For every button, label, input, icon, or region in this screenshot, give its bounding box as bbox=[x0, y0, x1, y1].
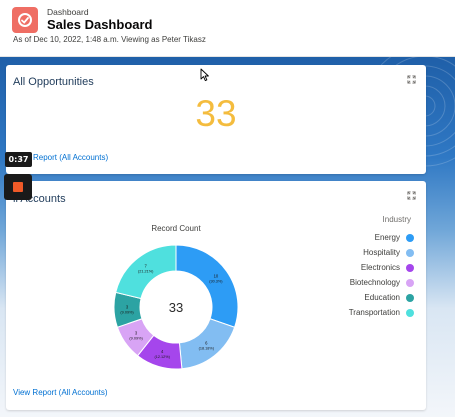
all-accounts-card: ll Accounts Record Count 10 (30.3%) 6 (18.1… bbox=[6, 181, 426, 410]
stop-icon bbox=[13, 182, 23, 192]
slice-percent-label: (30.3%) bbox=[209, 280, 223, 284]
legend-label: Energy bbox=[374, 233, 400, 242]
legend-swatch bbox=[406, 278, 414, 287]
stop-recording-button[interactable] bbox=[4, 174, 32, 200]
legend-swatch bbox=[406, 248, 414, 257]
legend-item-electronics[interactable]: Electronics bbox=[361, 262, 414, 273]
header-eyebrow: Dashboard bbox=[47, 7, 89, 17]
all-opportunities-card: All Opportunities 33 Report (All Account… bbox=[6, 65, 426, 174]
expand-icon[interactable] bbox=[407, 191, 416, 200]
legend-swatch bbox=[406, 233, 414, 242]
slice-percent-label: (18.18%) bbox=[199, 347, 215, 351]
slice-value-label: 10 bbox=[214, 274, 219, 279]
legend-label: Biotechnology bbox=[349, 278, 400, 287]
legend-swatch bbox=[406, 308, 414, 317]
legend-label: Education bbox=[364, 293, 400, 302]
slice-percent-label: (21.21%) bbox=[138, 269, 154, 273]
view-report-link[interactable]: View Report (All Accounts) bbox=[13, 388, 108, 397]
chart-title: Record Count bbox=[151, 224, 201, 233]
legend-swatch bbox=[406, 263, 414, 272]
legend-item-transportation[interactable]: Transportation bbox=[349, 307, 414, 318]
legend-item-education[interactable]: Education bbox=[364, 292, 414, 303]
legend-item-energy[interactable]: Energy bbox=[375, 232, 414, 243]
donut-chart[interactable]: 10(30.3%)6(18.18%)4(12.12%)3(9.09%)3(9.0… bbox=[106, 237, 246, 377]
legend-label: Transportation bbox=[348, 308, 400, 317]
opportunities-count: 33 bbox=[195, 93, 237, 134]
legend-title: Industry bbox=[382, 215, 411, 224]
slice-percent-label: (9.09%) bbox=[129, 336, 143, 340]
recording-timer: 0:37 bbox=[5, 152, 32, 167]
slice-percent-label: (9.09%) bbox=[120, 310, 134, 314]
dashboard-header: Dashboard Sales Dashboard As of Dec 10, … bbox=[0, 0, 455, 57]
view-report-link[interactable]: Report (All Accounts) bbox=[33, 153, 108, 162]
header-subtitle: As of Dec 10, 2022, 1:48 a.m. Viewing as… bbox=[13, 35, 206, 44]
card-title: All Opportunities bbox=[13, 76, 94, 88]
mouse-cursor-icon bbox=[200, 68, 209, 82]
legend-label: Hospitality bbox=[363, 248, 400, 257]
donut-center-total: 33 bbox=[169, 300, 183, 315]
donut-slice-energy[interactable] bbox=[175, 244, 239, 328]
legend-label: Electronics bbox=[360, 263, 400, 272]
expand-icon[interactable] bbox=[407, 75, 416, 84]
legend-swatch bbox=[406, 293, 414, 302]
dashboard-icon bbox=[12, 7, 38, 33]
legend-item-biotechnology[interactable]: Biotechnology bbox=[350, 277, 414, 288]
page-title: Sales Dashboard bbox=[47, 17, 153, 32]
slice-percent-label: (12.12%) bbox=[154, 355, 170, 359]
legend-item-hospitality[interactable]: Hospitality bbox=[363, 247, 414, 258]
